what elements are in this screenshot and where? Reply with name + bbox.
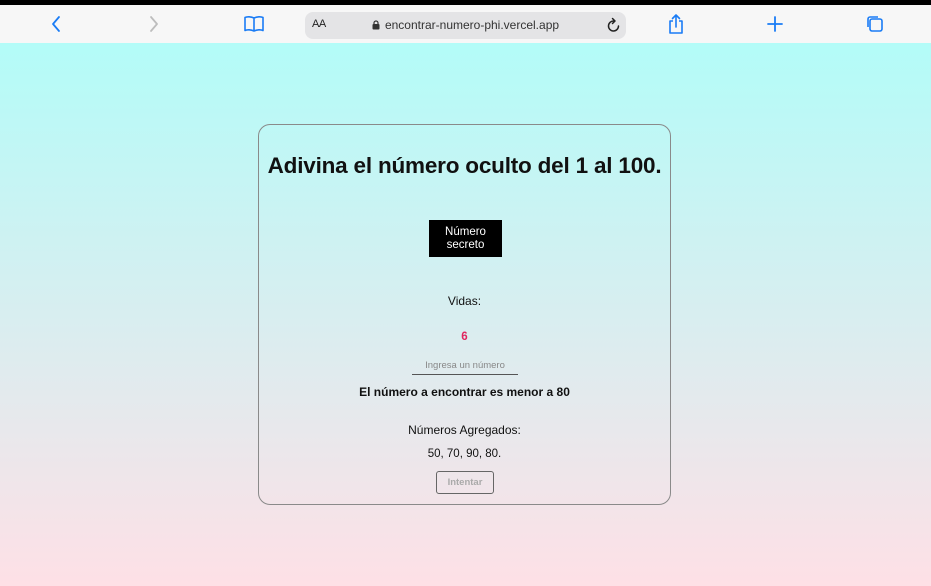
secret-number-box: Número secreto <box>429 220 502 257</box>
added-numbers-label: Números Agregados: <box>408 423 521 437</box>
game-title: Adivina el número oculto del 1 al 100. <box>267 153 662 178</box>
try-button[interactable]: Intentar <box>436 471 494 494</box>
browser-toolbar: AA encontrar-numero-phi.vercel.app <box>0 5 931 44</box>
url-text: encontrar-numero-phi.vercel.app <box>384 18 560 32</box>
chevron-left-icon <box>52 16 60 32</box>
lives-label: Vidas: <box>447 294 482 308</box>
new-tab-button[interactable] <box>763 13 787 35</box>
lives-value: 6 <box>461 331 468 343</box>
address-bar[interactable]: AA encontrar-numero-phi.vercel.app <box>305 12 626 39</box>
tabs-icon <box>867 16 883 32</box>
plus-icon <box>767 16 783 32</box>
share-icon <box>669 14 683 34</box>
game-card: Adivina el número oculto del 1 al 100. N… <box>258 124 671 505</box>
hint-text: El número a encontrar es menor a 80 <box>359 385 570 399</box>
page-content: Adivina el número oculto del 1 al 100. N… <box>0 43 931 586</box>
book-icon <box>244 16 264 32</box>
added-numbers-list: 50, 70, 90, 80. <box>427 448 502 460</box>
reload-icon <box>607 17 620 32</box>
bookmarks-button[interactable] <box>242 13 266 35</box>
chevron-right-icon <box>150 16 158 32</box>
forward-button[interactable] <box>142 13 166 35</box>
lock-icon <box>372 20 380 30</box>
back-button[interactable] <box>44 13 68 35</box>
reload-button[interactable] <box>607 17 621 38</box>
tabs-button[interactable] <box>863 13 887 35</box>
number-input[interactable] <box>412 357 518 375</box>
share-button[interactable] <box>664 13 688 35</box>
